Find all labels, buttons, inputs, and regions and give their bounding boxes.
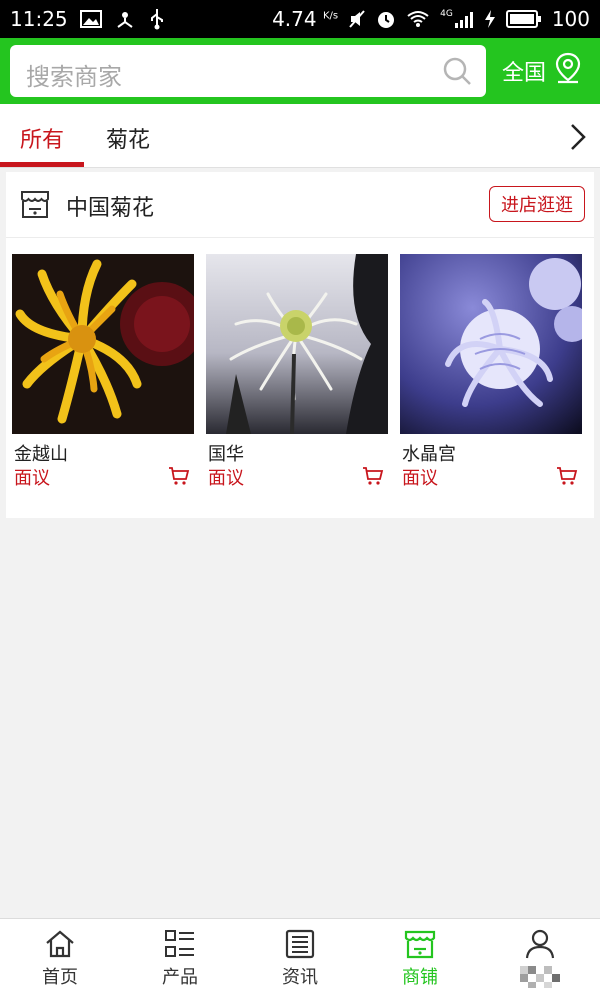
product-image-yellow-chrysanthemum[interactable] bbox=[12, 254, 194, 434]
nav-label: 首页 bbox=[42, 967, 78, 988]
news-icon bbox=[284, 929, 316, 959]
cart-icon[interactable] bbox=[168, 466, 190, 490]
product-name: 水晶宫 bbox=[402, 444, 456, 465]
store-icon bbox=[404, 929, 436, 959]
usb-share-icon bbox=[114, 9, 136, 29]
search-header: 搜索商家 全国 bbox=[0, 38, 600, 104]
nav-label: 产品 bbox=[162, 967, 198, 988]
tab-chrysanthemum[interactable]: 菊花 bbox=[106, 122, 150, 154]
nav-label: 资讯 bbox=[282, 967, 318, 988]
wifi-icon bbox=[406, 10, 430, 28]
product-name: 国华 bbox=[208, 444, 244, 465]
visit-store-button[interactable]: 进店逛逛 bbox=[489, 186, 585, 222]
product-price: 面议 bbox=[208, 468, 244, 489]
store-card: 中国菊花 进店逛逛 金越山 面议 国华 面议 水晶宫 面议 bbox=[6, 172, 594, 518]
user-icon bbox=[524, 929, 556, 959]
product-price: 面议 bbox=[14, 468, 50, 489]
nav-item-home[interactable]: 首页 bbox=[0, 919, 120, 1000]
product-card[interactable]: 水晶宫 面议 bbox=[400, 254, 582, 489]
battery-icon bbox=[505, 10, 542, 28]
network-speed: 4.74 K/s bbox=[272, 7, 339, 31]
search-icon[interactable] bbox=[442, 56, 472, 90]
nav-item-news[interactable]: 资讯 bbox=[240, 919, 360, 1000]
search-input[interactable]: 搜索商家 bbox=[10, 45, 486, 97]
store-header[interactable]: 中国菊花 进店逛逛 bbox=[6, 172, 594, 238]
nav-item-stores[interactable]: 商铺 bbox=[360, 919, 480, 1000]
search-placeholder: 搜索商家 bbox=[26, 63, 122, 91]
nav-item-products[interactable]: 产品 bbox=[120, 919, 240, 1000]
region-selector[interactable]: 全国 bbox=[502, 52, 582, 90]
list-icon bbox=[164, 929, 196, 959]
product-card[interactable]: 金越山 面议 bbox=[12, 254, 194, 489]
usb-icon bbox=[148, 8, 166, 30]
product-price: 面议 bbox=[402, 468, 438, 489]
cart-icon[interactable] bbox=[556, 466, 578, 490]
image-icon bbox=[79, 10, 102, 28]
alarm-icon bbox=[376, 9, 396, 29]
battery-level: 100 bbox=[551, 7, 590, 31]
mute-icon bbox=[348, 9, 366, 29]
bottom-nav: 首页 产品 资讯 商铺 bbox=[0, 918, 600, 1000]
location-pin-icon bbox=[554, 52, 582, 90]
storefront-icon bbox=[20, 188, 50, 224]
product-image-white-spider-chrysanthemum[interactable] bbox=[206, 254, 388, 434]
tab-all[interactable]: 所有 bbox=[20, 122, 64, 154]
category-tabs: 所有 菊花 bbox=[0, 104, 600, 168]
status-bar: 11:25 4.74 K/s 4G 100 bbox=[0, 0, 600, 38]
nav-label: 商铺 bbox=[402, 967, 438, 988]
status-time: 11:25 bbox=[10, 7, 68, 31]
product-card[interactable]: 国华 面议 bbox=[206, 254, 388, 489]
signal-icon: 4G bbox=[440, 10, 474, 28]
cart-icon[interactable] bbox=[362, 466, 384, 490]
product-name: 金越山 bbox=[14, 444, 68, 465]
pixelated-label-patch bbox=[520, 966, 560, 988]
region-label: 全国 bbox=[502, 61, 547, 86]
product-image-lavender-chrysanthemum[interactable] bbox=[400, 254, 582, 434]
home-icon bbox=[44, 929, 76, 959]
store-name: 中国菊花 bbox=[66, 196, 155, 221]
chevron-right-icon[interactable] bbox=[568, 122, 588, 156]
charging-icon bbox=[484, 9, 496, 29]
tab-active-indicator bbox=[0, 162, 84, 167]
